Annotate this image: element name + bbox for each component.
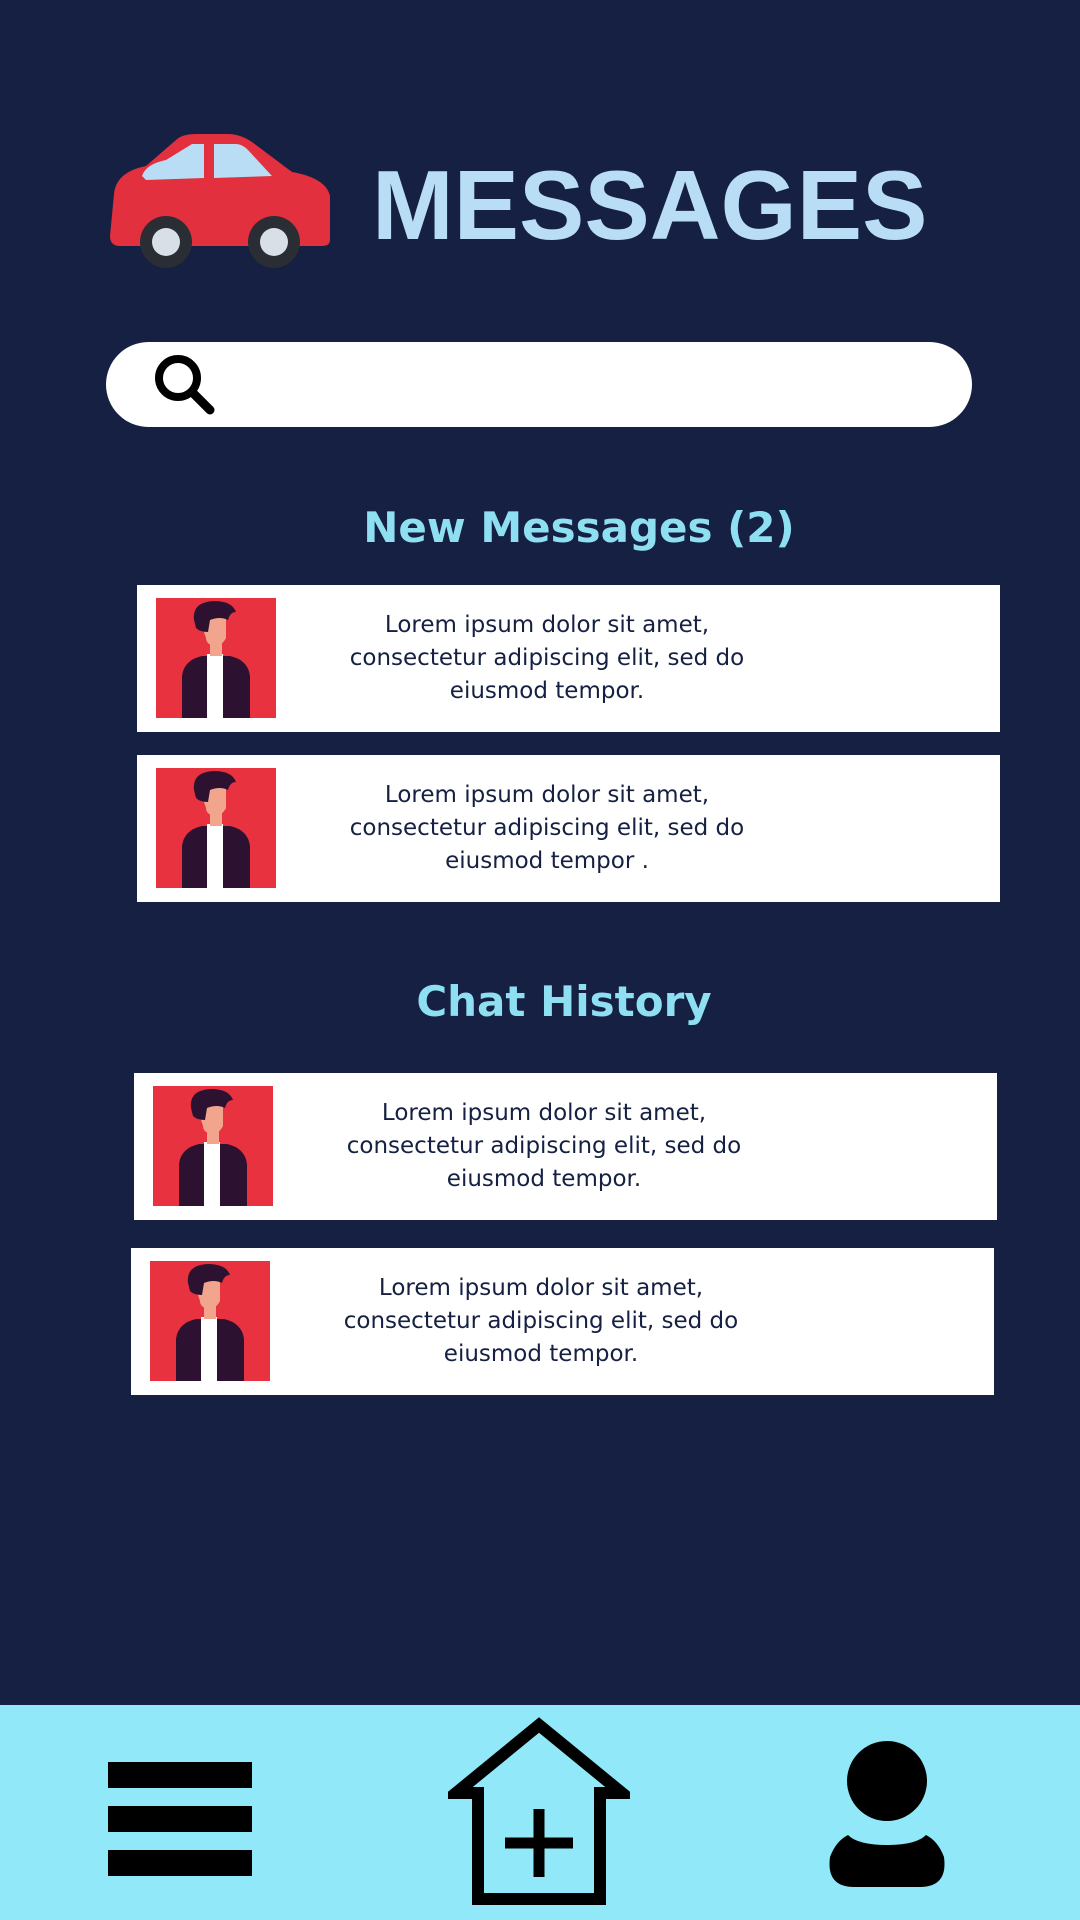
search-input[interactable] xyxy=(236,356,940,414)
menu-button[interactable] xyxy=(108,1762,252,1876)
user-profile-icon xyxy=(826,1741,948,1891)
profile-button[interactable] xyxy=(826,1741,948,1887)
bottom-nav xyxy=(0,1705,1080,1920)
person-avatar-icon xyxy=(153,1086,273,1206)
home-add-button[interactable] xyxy=(439,1717,639,1907)
chat-history-item[interactable]: Lorem ipsum dolor sit amet, consectetur … xyxy=(131,1248,994,1395)
message-preview: Lorem ipsum dolor sit amet, consectetur … xyxy=(349,782,745,874)
person-avatar-icon xyxy=(156,598,276,718)
person-avatar-icon xyxy=(156,768,276,888)
hamburger-menu-icon xyxy=(108,1762,252,1880)
search-icon[interactable] xyxy=(152,352,218,418)
page-title: MESSAGES xyxy=(372,150,928,260)
new-message-item[interactable]: Lorem ipsum dolor sit amet, consectetur … xyxy=(137,585,1000,732)
message-preview: Lorem ipsum dolor sit amet, consectetur … xyxy=(349,612,745,704)
chat-history-item[interactable]: Lorem ipsum dolor sit amet, consectetur … xyxy=(134,1073,997,1220)
search-bar[interactable] xyxy=(106,342,972,427)
person-avatar-icon xyxy=(150,1261,270,1381)
message-preview: Lorem ipsum dolor sit amet, consectetur … xyxy=(343,1275,739,1367)
new-message-item[interactable]: Lorem ipsum dolor sit amet, consectetur … xyxy=(137,755,1000,902)
home-add-icon xyxy=(439,1717,639,1911)
message-preview: Lorem ipsum dolor sit amet, consectetur … xyxy=(346,1100,742,1192)
chat-history-heading: Chat History xyxy=(416,977,712,1026)
new-messages-heading: New Messages (2) xyxy=(363,503,795,552)
car-icon xyxy=(106,132,336,272)
